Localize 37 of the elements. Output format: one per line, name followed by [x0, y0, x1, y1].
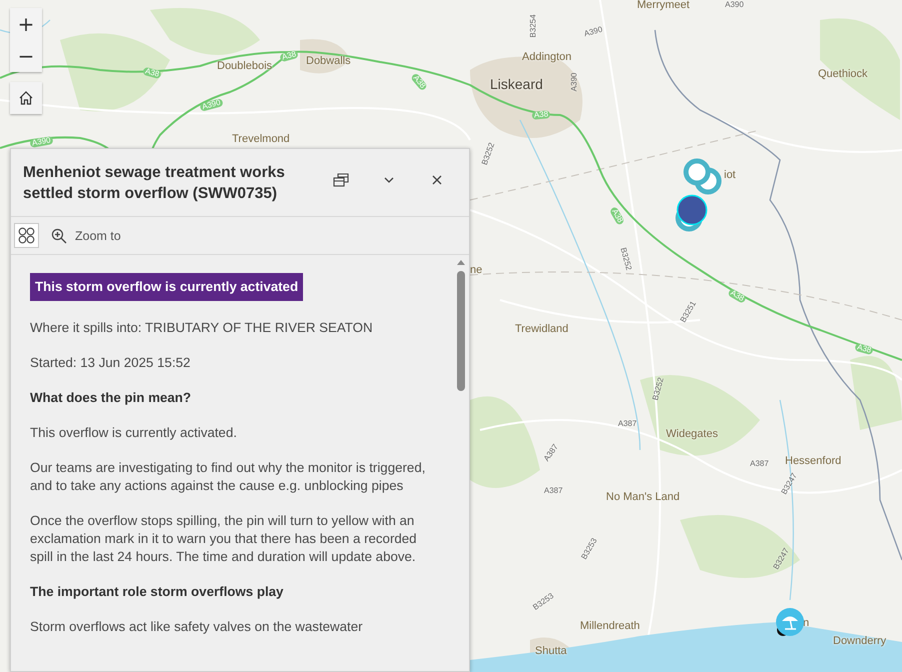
place-label: Quethiock: [818, 69, 868, 80]
section-heading: What does the pin mean?: [30, 389, 192, 407]
paragraph: This overflow is currently activated.: [30, 424, 238, 442]
status-badge: This storm overflow is currently activated: [30, 273, 304, 301]
place-label: Doublebois: [217, 61, 272, 72]
paragraph: Storm overflows act like safety valves on the wastewater: [30, 618, 364, 636]
place-label: Trevelmond: [232, 134, 290, 145]
road-label: A390: [570, 72, 578, 94]
place-label: Merrymeet: [637, 0, 690, 11]
road-label: A387: [543, 487, 564, 495]
road-label: A390: [582, 25, 604, 39]
paragraph: Once the overflow stops spilling, the pin will turn to yellow with an exclamation mark in it to warn you that there has been a recorded spill in the last 24 hours. The time and duration will update above.: [30, 512, 418, 566]
place-label: Shutta: [535, 646, 567, 657]
place-label: iot: [724, 170, 736, 181]
place-label: ne: [470, 265, 482, 276]
place-label: No Man's Land: [606, 492, 680, 503]
section-heading: The important role storm overflows play: [30, 583, 284, 601]
place-label: Hessenford: [785, 456, 842, 467]
paragraph: Where it spills into: TRIBUTARY OF THE RIVER SEATON: [30, 319, 374, 337]
place-label: Trewidland: [515, 324, 568, 335]
paragraph: Started: 13 Jun 2025 15:52: [30, 354, 192, 372]
road-label: B3252: [480, 140, 497, 168]
popup-title: Menheniot sewage treatment works settled storm overflow (SWW0735): [23, 163, 286, 204]
place-label: Liskeard: [490, 77, 543, 91]
place-label: n: [803, 618, 810, 629]
road-label: B3254: [530, 13, 538, 40]
place-label: Dobwalls: [306, 56, 351, 67]
road-label: A387: [617, 420, 638, 428]
paragraph: Our teams are investigating to find out why the monitor is triggered, and to take any actions against the cause e.g. unblocking pipes: [30, 459, 426, 495]
road-label: B3252: [651, 376, 666, 404]
place-label: Addington: [522, 52, 572, 63]
place-label: Millendreath: [580, 621, 640, 632]
road-label: A390: [724, 1, 745, 9]
road-label: B3252: [618, 246, 633, 274]
road-label: A387: [749, 460, 770, 468]
place-label: Widegates: [666, 429, 718, 440]
place-label: Downderry: [833, 636, 886, 647]
